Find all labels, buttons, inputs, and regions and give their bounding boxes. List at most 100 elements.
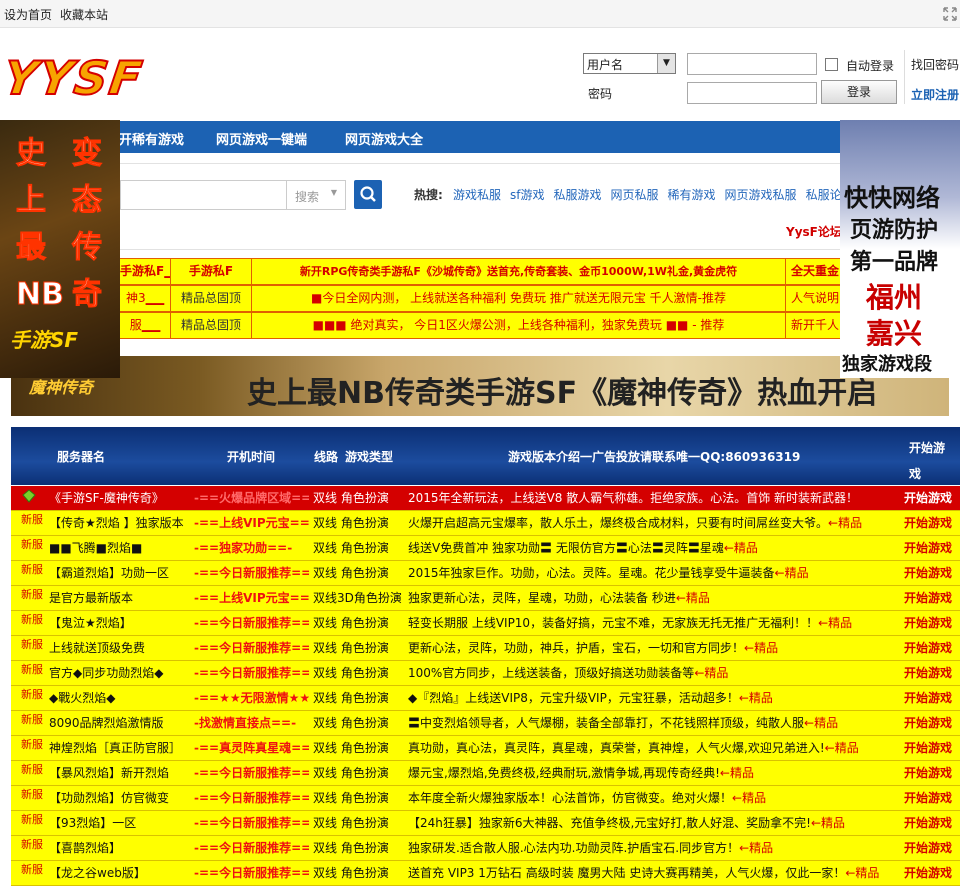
server-description[interactable]: 2015年全新玩法，上线送V8 散人霸气称雄。拒绝家族。心法。首饰 新时装新武器… [408,486,908,510]
start-game-button[interactable]: 开始游戏 [904,661,960,685]
table-row[interactable]: 新服 官方◆同步功勋烈焰◆ -==今日新服推荐==- 双线 角色扮演 100%官方同步，… [11,661,960,686]
table-row[interactable]: 新服 【93烈焰】一区 -==今日新服推荐==- 双线 角色扮演 【24h狂暴】独家新6… [11,811,960,836]
table-row[interactable]: 新服 【传奇★烈焰 】独家版本 -==上线VIP元宝==- 双线 角色扮演 火爆开启超高… [11,511,960,536]
server-name[interactable]: 【功勋烈焰】仿官微变 [49,786,199,810]
server-description[interactable]: ◆『烈焰』上线送VIP8，元宝升级VIP，元宝狂暴，活动超多！←精品 [408,686,908,710]
server-description[interactable]: 送首充 VIP3 1万钻石 高级时装 魔男大陆 史诗大赛再精美，人气火爆，仅此一… [408,861,908,885]
start-game-button[interactable]: 开始游戏 [904,536,960,560]
set-homepage-link[interactable]: 设为首页 [4,6,52,23]
server-name[interactable]: 【喜鹊烈焰】 [49,836,199,860]
server-description[interactable]: 独家更新心法，灵阵，星魂，功勋，心法装备 秒进←精品 [408,586,908,610]
server-name[interactable]: 【传奇★烈焰 】独家版本 [49,511,199,535]
server-name[interactable]: 上线就送顶级免费 [49,636,199,660]
start-game-button[interactable]: 开始游戏 [904,811,960,835]
search-input[interactable] [120,180,287,210]
game-banner[interactable]: 魔神传奇 史上最NB传奇类手游SF《魔神传奇》热血开启 [11,356,949,416]
search-button[interactable] [354,180,382,209]
login-type-select[interactable]: 用户名 ▼ [583,53,676,74]
table-row[interactable]: 新服 上线就送顶级免费 -==今日新服推荐==- 双线 角色扮演 更新心法，灵阵，功勋，… [11,636,960,661]
featured-cell[interactable]: 服▁▁ [119,312,171,339]
start-game-button[interactable]: 开始游戏 [904,486,960,510]
table-row[interactable]: 新服 8090品牌烈焰激情版 -找激情直接点==- 双线 角色扮演 〓中变烈焰领导者，人… [11,711,960,736]
featured-cell[interactable]: 新开RPG传奇类手游私F《沙城传奇》送首充,传奇套装、金币1000W,1W礼金,… [251,258,786,285]
hot-term[interactable]: 网页游戏私服 [725,188,797,202]
table-row[interactable]: 新服 【霸道烈焰】功勋一区 -==今日新服推荐==- 双线 角色扮演 2015年独家巨作… [11,561,960,586]
server-description[interactable]: 〓中变烈焰领导者，人气爆棚，装备全部靠打，不花钱照样顶级，纯散人服←精品 [408,711,908,735]
start-game-button[interactable]: 开始游戏 [904,611,960,635]
server-description[interactable]: 2015年独家巨作。功勋，心法。灵阵。星魂。花少量钱享受牛逼装备←精品 [408,561,908,585]
auto-login-checkbox[interactable] [825,58,838,71]
search-type-select[interactable]: 搜索 ▼ [286,180,346,210]
server-name[interactable]: 【93烈焰】一区 [49,811,199,835]
start-game-button[interactable]: 开始游戏 [904,861,960,885]
start-game-button[interactable]: 开始游戏 [904,736,960,760]
server-name[interactable]: 【霸道烈焰】功勋一区 [49,561,199,585]
add-favorite-link[interactable]: 收藏本站 [60,6,108,23]
server-description[interactable]: 轻变长期服 上线VIP10，装备好搞，元宝不难，无家族无托无推广无福利！！←精品 [408,611,908,635]
featured-cell[interactable]: ■今日全网内测， 上线就送各种福利 免费玩 推广就送无限元宝 千人激情-推荐 [251,285,786,312]
table-row[interactable]: 新服 【鬼泣★烈焰】 -==今日新服推荐==- 双线 角色扮演 轻变长期服 上线VIP1… [11,611,960,636]
server-name[interactable]: 【暴风烈焰】新开烈焰 [49,761,199,785]
start-game-button[interactable]: 开始游戏 [904,786,960,810]
featured-cell[interactable]: 手游私F [170,258,252,285]
featured-cell[interactable]: 精品总固顶 [170,285,252,312]
nav-item-one-click[interactable]: 网页游戏一键端 [216,129,307,148]
table-row[interactable]: 新服 【龙之谷web版】 -==今日新服推荐==- 双线 角色扮演 送首充 VIP3 1… [11,861,960,886]
table-row[interactable]: 新服 【喜鹊烈焰】 -==今日新服推荐==- 双线 角色扮演 独家研发.适合散人服.心法… [11,836,960,861]
server-description[interactable]: 真功勋，真心法，真灵阵，真星魂，真荣誉，真神煌，人气火爆,欢迎兄弟进入!←精品 [408,736,908,760]
server-description[interactable]: 爆元宝,爆烈焰,免费终极,经典耐玩,激情争城,再现传奇经典!←精品 [408,761,908,785]
table-row[interactable]: 新服 【暴风烈焰】新开烈焰 -==今日新服推荐==- 双线 角色扮演 爆元宝,爆烈焰,免… [11,761,960,786]
server-description[interactable]: 【24h狂暴】独家新6大神器、充值争终极,元宝好打,散人好混、奖励拿不完!←精品 [408,811,908,835]
start-game-button[interactable]: 开始游戏 [904,686,960,710]
start-game-button[interactable]: 开始游戏 [904,636,960,660]
server-name[interactable]: 【龙之谷web版】 [49,861,199,885]
featured-cell[interactable]: 手游私F▁▁ [119,258,171,285]
right-side-ad[interactable]: 快快网络 页游防护 第一品牌 福州 嘉兴 独家游戏段 [840,120,960,378]
featured-cell[interactable]: 人气说明 [785,285,845,312]
hot-term[interactable]: 稀有游戏 [668,188,716,202]
featured-cell[interactable]: ■■■ 绝对真实， 今日1区火爆公测，上线各种福利，独家免费玩 ■■ - 推荐 [251,312,786,339]
start-game-button[interactable]: 开始游戏 [904,586,960,610]
find-password-link[interactable]: 找回密码 [911,56,959,73]
username-input[interactable] [687,53,817,75]
table-row[interactable]: 《手游SF-魔神传奇》 -==火爆品牌区域==- 双线 角色扮演 2015年全新玩法，… [11,486,960,511]
fullscreen-icon[interactable] [943,7,957,21]
start-game-button[interactable]: 开始游戏 [904,711,960,735]
hot-term[interactable]: sf游戏 [510,188,544,202]
server-description[interactable]: 100%官方同步，上线送装备，顶级好搞送功勋装备等←精品 [408,661,908,685]
server-name[interactable]: 是官方最新版本 [49,586,199,610]
server-name[interactable]: 神煌烈焰［真正防官服］ [49,736,199,760]
server-name[interactable]: 【鬼泣★烈焰】 [49,611,199,635]
start-game-button[interactable]: 开始游戏 [904,561,960,585]
featured-cell[interactable]: 神3▁▁ [119,285,171,312]
server-description[interactable]: 线送V免费首冲 独家功勋〓 无限仿官方〓心法〓灵阵〓星魂←精品 [408,536,908,560]
server-description[interactable]: 本年度全新火爆独家版本！心法首饰，仿官微变。绝对火爆！←精品 [408,786,908,810]
server-description[interactable]: 独家研发.适合散人服.心法内功.功勋灵阵.护盾宝石.同步官方！←精品 [408,836,908,860]
table-row[interactable]: 新服 是官方最新版本 -==上线VIP元宝==- 双线3D角色扮演 独家更新心法，灵阵，… [11,586,960,611]
hot-term[interactable]: 网页私服 [611,188,659,202]
table-row[interactable]: 新服 ■■飞腾■烈焰■ -==独家功勋==- 双线 角色扮演 线送V免费首冲 独家功勋〓… [11,536,960,561]
password-input[interactable] [687,82,817,104]
server-name[interactable]: 官方◆同步功勋烈焰◆ [49,661,199,685]
left-side-ad[interactable]: 史 上 最 NB 变 态 传 奇 手游SF [0,120,120,378]
table-row[interactable]: 新服 【功勋烈焰】仿官微变 -==今日新服推荐==- 双线 角色扮演 本年度全新火爆独家… [11,786,960,811]
start-game-button[interactable]: 开始游戏 [904,836,960,860]
register-link[interactable]: 立即注册 [911,86,959,103]
server-description[interactable]: 火爆开启超高元宝爆率，散人乐土，爆终极合成材料，只要有时间屌丝变大爷。←精品 [408,511,908,535]
hot-term[interactable]: 私服游戏 [554,188,602,202]
server-name[interactable]: 《手游SF-魔神传奇》 [49,486,199,510]
nav-item-web-games[interactable]: 网页游戏大全 [345,129,423,148]
server-name[interactable]: ◆戰火烈焰◆ [49,686,199,710]
featured-cell[interactable]: 精品总固顶 [170,312,252,339]
table-row[interactable]: 新服 ◆戰火烈焰◆-==★★无限激情★★==- 双线 角色扮演 ◆『烈焰』上线送VIP… [11,686,960,711]
start-game-button[interactable]: 开始游戏 [904,761,960,785]
featured-cell[interactable]: 全天重金 [785,258,845,285]
server-name[interactable]: 8090品牌烈焰激情版 [49,711,199,735]
table-row[interactable]: 新服 神煌烈焰［真正防官服］ -==真灵阵真星魂==- 双线 角色扮演 真功勋，真心法，… [11,736,960,761]
start-game-button[interactable]: 开始游戏 [904,511,960,535]
server-name[interactable]: ■■飞腾■烈焰■ [49,536,199,560]
featured-cell[interactable]: 新开千人 [785,312,845,339]
server-description[interactable]: 更新心法，灵阵，功勋，神兵，护盾，宝石，一切和官方同步！←精品 [408,636,908,660]
forum-link[interactable]: YysF论坛 [786,223,842,240]
nav-item-rare-games[interactable]: 开稀有游戏 [119,129,184,148]
